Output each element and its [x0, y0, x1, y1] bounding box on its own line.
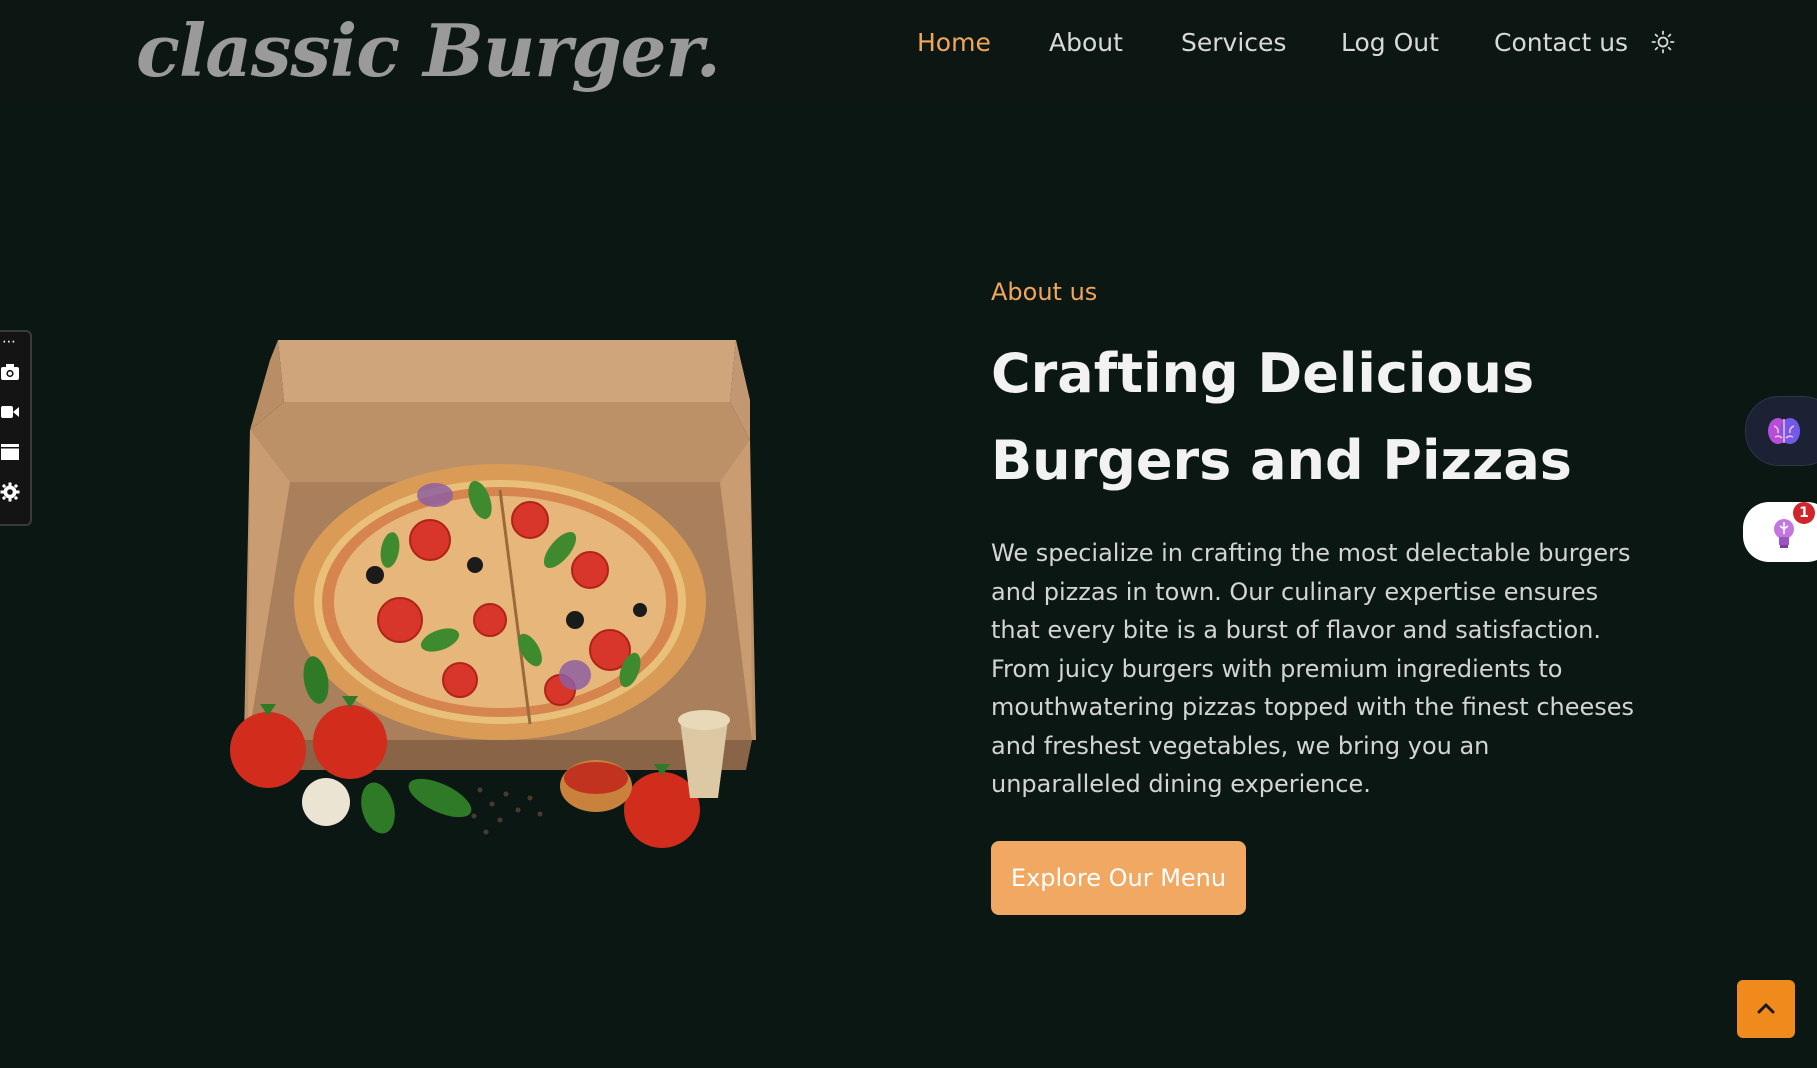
site-header: classic Burger. Home About Services Log … — [0, 0, 1817, 102]
toolbar-more[interactable]: ⋯ — [2, 334, 16, 350]
nav-home[interactable]: Home — [917, 28, 991, 57]
headline-line-1: Crafting Delicious — [991, 342, 1535, 405]
sun-icon[interactable] — [1651, 30, 1675, 54]
window-icon[interactable] — [0, 442, 20, 462]
brain-icon — [1768, 418, 1800, 444]
capture-toolbar: ⋯ — [0, 330, 32, 526]
nav-log-out[interactable]: Log Out — [1341, 28, 1439, 57]
pizza-box-image — [230, 340, 756, 848]
notification-badge: 1 — [1793, 502, 1815, 524]
section-kicker: About us — [991, 278, 1098, 306]
nav-about[interactable]: About — [1049, 28, 1123, 57]
video-icon[interactable] — [0, 402, 20, 422]
gear-icon[interactable] — [0, 482, 20, 502]
ai-assistant-widget[interactable] — [1745, 396, 1817, 466]
site-logo[interactable]: classic Burger. — [136, 8, 721, 93]
nav-contact-us[interactable]: Contact us — [1494, 28, 1628, 57]
explore-menu-button[interactable]: Explore Our Menu — [991, 841, 1246, 915]
hero-description: We specialize in crafting the most delec… — [991, 539, 1635, 798]
chevron-up-icon — [1757, 1003, 1775, 1014]
lightbulb-icon — [1774, 519, 1794, 548]
nav-services[interactable]: Services — [1181, 28, 1286, 57]
idea-widget[interactable]: 1 — [1743, 502, 1817, 562]
headline-line-2: Burgers and Pizzas — [991, 429, 1572, 492]
back-to-top-button[interactable] — [1737, 980, 1795, 1038]
hero-headline: Crafting Delicious Burgers and Pizzas — [991, 330, 1711, 504]
camera-icon[interactable] — [0, 362, 20, 382]
